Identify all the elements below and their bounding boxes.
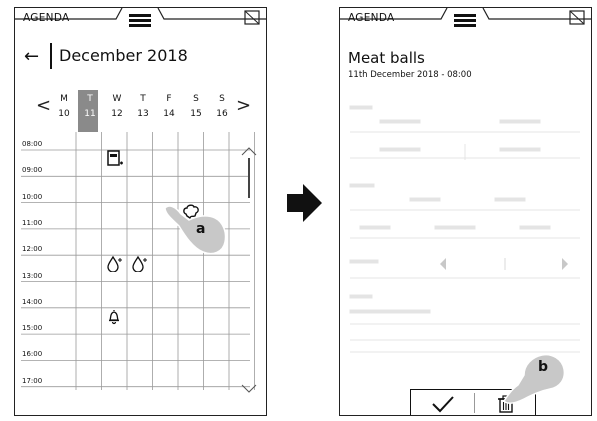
time-label: 16:00	[22, 350, 43, 359]
month-title: December 2018	[59, 46, 188, 65]
time-label: 17:00	[22, 376, 43, 385]
day-header-5[interactable]: S 15	[183, 92, 209, 122]
day-header-2[interactable]: W 12	[104, 92, 130, 122]
back-arrow-icon[interactable]: ←	[24, 48, 39, 66]
day-header-1[interactable]: T 11	[77, 92, 103, 122]
time-label: 08:00	[22, 140, 43, 148]
day-of-week-label: W	[112, 94, 122, 104]
previous-week-button[interactable]: <	[36, 95, 51, 116]
day-number-label: 14	[163, 109, 175, 119]
day-number-label: 11	[84, 109, 96, 119]
scrollbar-thumb[interactable]	[248, 158, 250, 198]
day-of-week-label: T	[140, 94, 146, 104]
app-title: AGENDA	[348, 12, 395, 24]
day-of-week-label: S	[193, 94, 199, 104]
scroll-down-icon[interactable]	[241, 384, 257, 394]
title-divider	[50, 43, 52, 69]
day-of-week-label: F	[166, 94, 172, 104]
day-number-label: 15	[190, 109, 202, 119]
time-label: 12:00	[22, 245, 43, 254]
oven-icon[interactable]	[106, 150, 124, 167]
day-number-label: 10	[58, 109, 70, 119]
hamburger-menu-icon[interactable]	[454, 14, 476, 28]
day-of-week-label: S	[219, 94, 225, 104]
time-label: 10:00	[22, 192, 43, 201]
time-label: 09:00	[22, 166, 43, 175]
scroll-up-icon[interactable]	[241, 146, 257, 156]
flow-arrow-icon	[287, 184, 322, 222]
day-header-0[interactable]: M 10	[51, 92, 77, 122]
next-week-button[interactable]: >	[236, 95, 251, 116]
day-number-label: 16	[216, 109, 228, 119]
time-label: 13:00	[22, 271, 43, 280]
hamburger-menu-icon[interactable]	[129, 14, 151, 28]
top-bar: AGENDA	[15, 8, 266, 30]
fullscreen-icon[interactable]	[244, 10, 260, 25]
steam-drop-icon[interactable]	[106, 255, 124, 273]
steam-drop-icon[interactable]	[131, 255, 149, 273]
day-number-label: 13	[137, 109, 149, 119]
day-header-6[interactable]: S 16	[209, 92, 235, 122]
day-header-3[interactable]: T 13	[130, 92, 156, 122]
app-title: AGENDA	[23, 12, 70, 24]
top-bar: AGENDA	[340, 8, 591, 30]
time-label: 15:00	[22, 324, 43, 333]
action-bar-divider	[474, 393, 475, 413]
bell-icon[interactable]	[106, 308, 124, 325]
faded-form-fields	[349, 105, 580, 353]
tap-hand-icon	[503, 353, 566, 404]
day-number-label: 12	[111, 109, 123, 119]
confirm-check-icon[interactable]	[429, 394, 457, 414]
event-datetime: 11th December 2018 - 08:00	[348, 70, 472, 80]
day-of-week-label: M	[60, 94, 68, 104]
day-header-4[interactable]: F 14	[156, 92, 182, 122]
callout-label-b: b	[538, 359, 549, 375]
day-of-week-label: T	[87, 94, 93, 104]
time-label: 14:00	[22, 297, 43, 306]
event-title: Meat balls	[348, 49, 425, 67]
time-label: 11:00	[22, 218, 43, 227]
fullscreen-icon[interactable]	[569, 10, 585, 25]
callout-label-a: a	[196, 221, 206, 237]
